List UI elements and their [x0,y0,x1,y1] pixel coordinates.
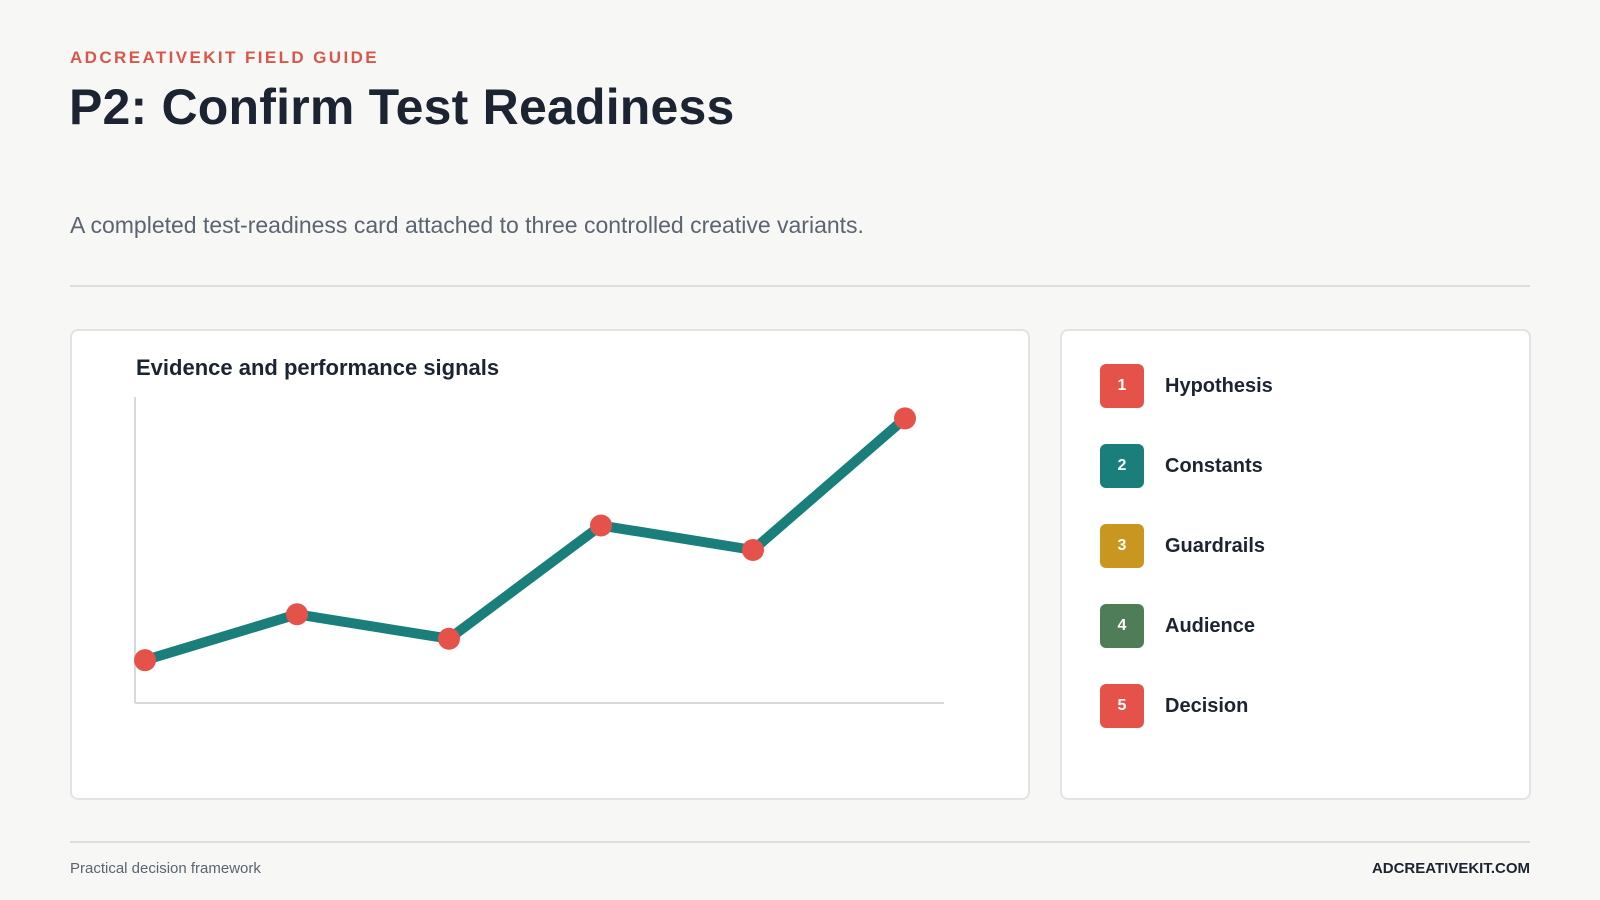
legend-label: Decision [1165,694,1249,717]
legend-badge: 1 [1100,364,1144,408]
legend-label: Constants [1165,454,1263,477]
data-point [134,649,156,672]
legend-item-hypothesis: 1 Hypothesis [1100,364,1500,408]
line-chart [134,397,944,704]
data-point [894,407,916,430]
page-title: P2: Confirm Test Readiness [69,79,735,135]
eyebrow-label: ADCREATIVEKIT FIELD GUIDE [70,48,380,67]
legend-label: Audience [1165,614,1256,637]
legend-card: 1 Hypothesis 2 Constants 3 Guardrails 4 … [1060,329,1531,800]
data-point [438,627,460,650]
bottom-divider [70,841,1530,843]
legend-item-guardrails: 3 Guardrails [1100,524,1500,568]
legend-badge: 4 [1100,604,1144,648]
data-point [286,603,308,626]
legend-item-constants: 2 Constants [1100,444,1500,488]
data-point [742,539,764,561]
legend-label: Guardrails [1165,534,1266,557]
legend-badge: 3 [1100,524,1144,568]
legend-label: Hypothesis [1165,374,1273,397]
top-divider [70,285,1530,287]
legend-item-decision: 5 Decision [1100,684,1500,728]
footer-tagline: Practical decision framework [70,860,261,877]
chart-card: Evidence and performance signals [70,329,1030,800]
legend-item-audience: 4 Audience [1100,604,1500,648]
page-subtitle: A completed test-readiness card attached… [70,212,864,238]
legend-badge: 5 [1100,684,1144,728]
footer-site-link[interactable]: ADCREATIVEKIT.COM [1372,860,1530,877]
legend-badge: 2 [1100,444,1144,488]
series-line [140,413,910,666]
data-point [590,514,612,537]
